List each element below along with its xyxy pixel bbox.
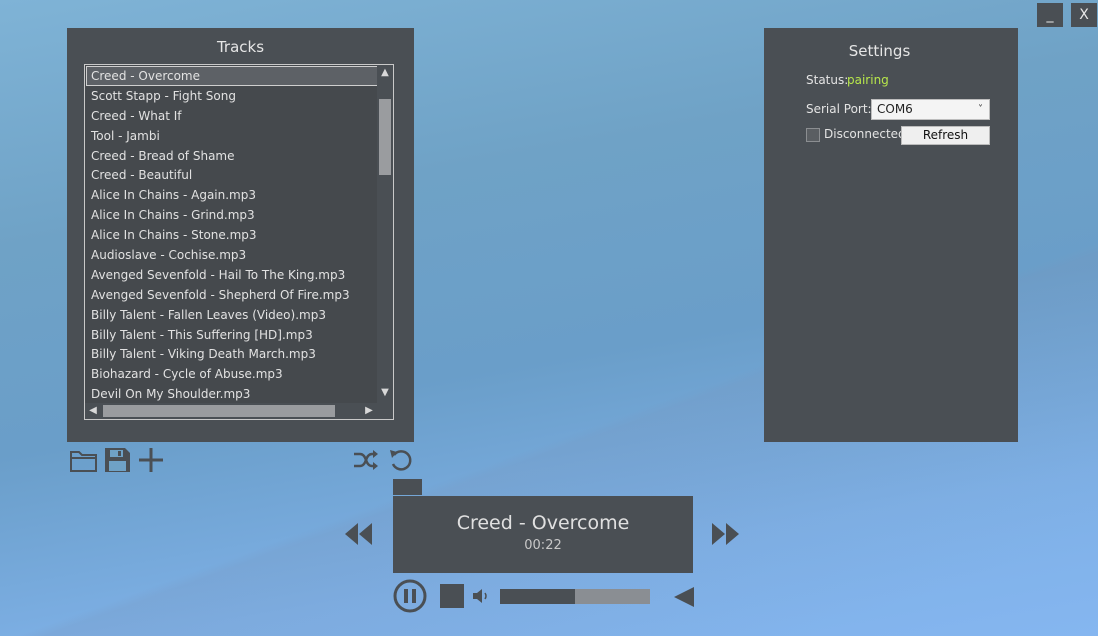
settings-panel [764,28,1018,442]
track-item[interactable]: Creed - What If [86,106,378,126]
scroll-up-icon[interactable]: ▲ [377,67,393,78]
connection-status-label: Disconnected [824,127,906,141]
track-item[interactable]: Creed - Bread of Shame [86,146,378,166]
serial-port-value: COM6 [877,102,913,116]
serial-port-select[interactable]: COM6 ˅ [871,99,990,120]
track-item[interactable]: Creed - Overcome [86,66,378,86]
stop-icon[interactable] [440,584,464,608]
scroll-right-icon[interactable]: ▶ [361,405,377,416]
track-item[interactable]: Avenged Sevenfold - Hail To The King.mp3 [86,265,378,285]
refresh-button[interactable]: Refresh [901,126,990,145]
track-item[interactable]: Audioslave - Cochise.mp3 [86,245,378,265]
volume-slider[interactable] [500,589,650,604]
track-item[interactable]: Avenged Sevenfold - Shepherd Of Fire.mp3 [86,285,378,305]
status-value: pairing [847,73,889,87]
shuffle-icon[interactable] [353,449,379,475]
track-item[interactable]: Creed - Beautiful [86,165,378,185]
previous-icon[interactable] [344,521,374,551]
scroll-left-icon[interactable]: ◀ [85,405,101,416]
repeat-icon[interactable] [388,447,414,477]
track-item[interactable]: Billy Talent - This Suffering [HD].mp3 [86,325,378,345]
settings-title: Settings [848,42,911,60]
track-item[interactable]: Alice In Chains - Grind.mp3 [86,205,378,225]
horizontal-scroll-thumb[interactable] [103,405,335,417]
track-item[interactable]: Biohazard - Cycle of Abuse.mp3 [86,364,378,384]
track-item[interactable]: Alice In Chains - Again.mp3 [86,185,378,205]
tracks-title: Tracks [216,38,265,56]
status-label: Status: [806,73,849,87]
now-playing-panel: Creed - Overcome 00:22 [393,496,693,573]
track-item[interactable]: Billy Talent - Fallen Leaves (Video).mp3 [86,305,378,325]
plus-icon[interactable] [137,447,165,477]
folder-icon[interactable] [69,447,99,477]
scrollbar-corner [377,403,393,419]
track-items: Creed - Overcome Scott Stapp - Fight Song… [86,66,378,404]
vertical-scroll-thumb[interactable] [379,99,391,175]
elapsed-time: 00:22 [524,538,562,553]
volume-level [500,589,575,604]
position-marker[interactable] [393,479,422,495]
save-icon[interactable] [104,447,132,477]
track-item[interactable]: Tool - Jambi [86,126,378,146]
chevron-down-icon: ˅ [978,104,983,115]
speaker-icon[interactable] [472,587,492,609]
track-item[interactable]: Alice In Chains - Stone.mp3 [86,225,378,245]
vertical-scrollbar[interactable]: ▲ ▼ [377,65,393,403]
scroll-down-icon[interactable]: ▼ [377,387,393,398]
track-item[interactable]: Scott Stapp - Fight Song [86,86,378,106]
now-playing-title: Creed - Overcome [456,512,630,534]
next-icon[interactable] [710,521,740,551]
triangle-left-icon[interactable] [672,585,696,613]
minimize-button[interactable]: _ [1037,3,1063,27]
close-button[interactable]: X [1071,3,1097,27]
connection-checkbox[interactable] [806,128,820,142]
horizontal-scrollbar[interactable]: ◀ ▶ [85,403,377,419]
track-item[interactable]: Billy Talent - Viking Death March.mp3 [86,344,378,364]
pause-icon[interactable] [393,579,427,617]
track-item[interactable]: Devil On My Shoulder.mp3 [86,384,378,404]
track-list[interactable]: Creed - Overcome Scott Stapp - Fight Song… [84,64,394,420]
serial-port-label: Serial Port: [806,102,872,116]
